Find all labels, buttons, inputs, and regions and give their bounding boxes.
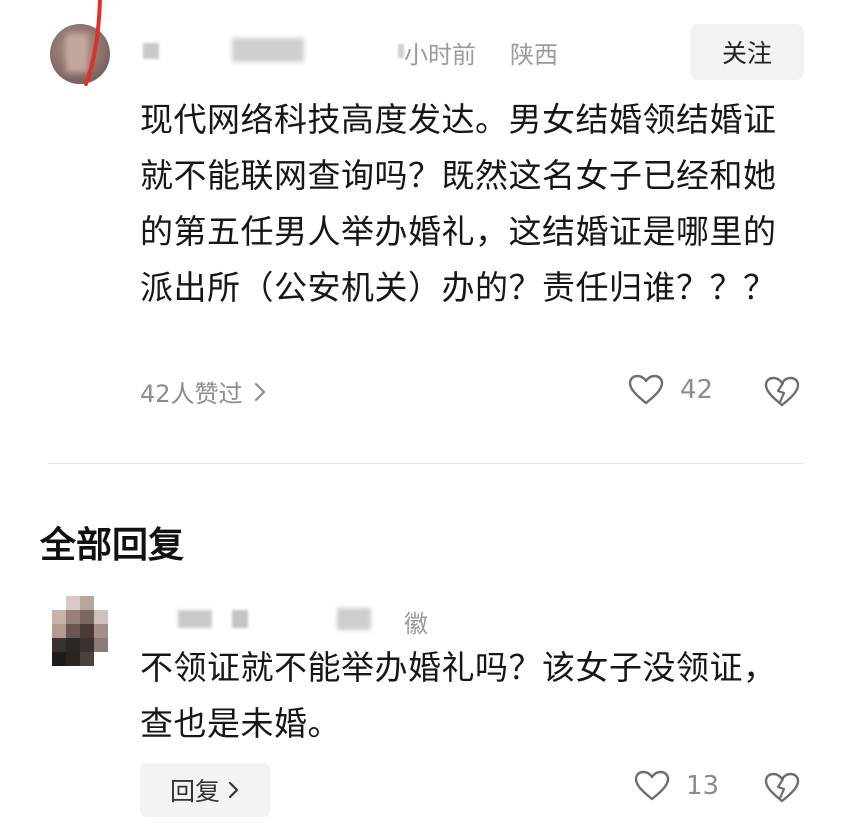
reply-username-blur (178, 610, 212, 628)
reply-button-label: 回复 (169, 777, 220, 806)
chevron-right-icon (254, 382, 265, 401)
heart-icon (628, 374, 664, 405)
reply-like-button[interactable]: 13 (634, 770, 719, 802)
reply-button[interactable]: 回复 (140, 763, 270, 817)
reply-username-blur (232, 610, 248, 628)
comment-detail-page: 小时前 陕西 关注 现代网络科技高度发达。男女结婚领结婚证就不能联网查询吗？既然… (0, 0, 850, 825)
heart-icon (634, 770, 670, 801)
reply-location: 徽 (404, 610, 428, 638)
chevron-right-icon (228, 781, 239, 799)
username-blur (232, 38, 304, 62)
likers-label: 42人赞过 (140, 380, 243, 408)
reply-like-count: 13 (686, 771, 720, 801)
reply-avatar[interactable] (52, 596, 110, 666)
section-title: 全部回复 (40, 525, 185, 566)
broken-heart-icon[interactable] (764, 772, 800, 804)
likers-link[interactable]: 42人赞过 (140, 374, 267, 409)
reply-username-blur (337, 608, 371, 630)
username-blur (143, 43, 159, 59)
like-count: 42 (680, 375, 714, 405)
divider (48, 463, 804, 464)
follow-button[interactable]: 关注 (690, 24, 804, 80)
broken-heart-icon[interactable] (764, 376, 800, 408)
reply-text: 不领证就不能举办婚礼吗？该女子没领证，查也是未婚。 (140, 648, 777, 743)
red-marker-stroke (84, 0, 102, 86)
comment-text: 现代网络科技高度发达。男女结婚领结婚证就不能联网查询吗？既然这名女子已经和她的第… (140, 100, 777, 307)
like-button[interactable]: 42 (628, 374, 713, 406)
comment-location: 陕西 (510, 41, 558, 69)
comment-time: 小时前 (404, 41, 476, 69)
